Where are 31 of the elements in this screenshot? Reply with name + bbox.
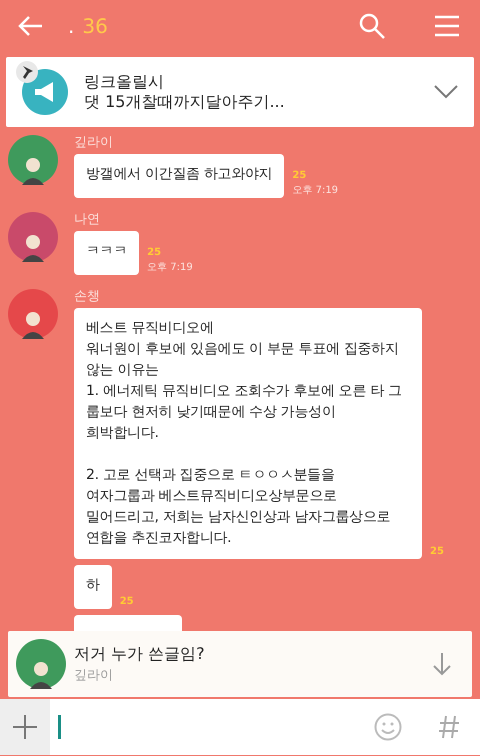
message-preview-banner[interactable]: 저거 누가 쓴글임? 깊라이 <box>8 631 472 697</box>
unread-count: 25 <box>430 545 444 559</box>
search-icon[interactable] <box>358 12 386 40</box>
member-count: 36 <box>82 13 108 40</box>
unread-count: 25 <box>147 246 162 260</box>
emoji-icon[interactable] <box>374 713 402 741</box>
message-time: 오후 7:19 <box>292 184 338 198</box>
notice-text: 댓 15개찰때까지달아주기... <box>84 92 286 112</box>
text-cursor <box>58 715 61 739</box>
chevron-down-icon[interactable] <box>434 85 458 99</box>
message-time: 오후 7:19 <box>147 261 193 275</box>
preview-text: 저거 누가 쓴글임? <box>74 643 206 666</box>
preview-sender: 깊라이 <box>74 667 114 686</box>
sender-name: 나연 <box>74 212 101 228</box>
attach-button[interactable] <box>0 699 50 755</box>
notice-card[interactable]: 링크올릴시 댓 15개찰때까지달아주기... <box>6 57 474 127</box>
notice-title: 링크올릴시 <box>84 72 165 92</box>
plus-icon <box>12 714 38 740</box>
menu-icon[interactable] <box>434 15 460 37</box>
unread-count: 25 <box>120 595 134 609</box>
message-bubble: 베스트 뮤직비디오에 워너원이 후보에 있음에도 이 부문 투표에 집중하지 않는 이유는 1. 에너제틱 뮤직비디오 조회수가 후보에 오른 타 그룹보다 현저히 낮기때문에 수상 가능성이 희박합니다. 2. 고로 선택과 집중으로 ㅌㅇㅇㅅ분들을 여자그룹과 베스트뮤직비디오상부문으로 밀어드리고, 저희는 남자신인상과 남자그룹상으로 연합을 추진코자합니다. <box>74 308 422 559</box>
chat-title: . <box>68 13 74 40</box>
message-bubble: 방갤에서 이간질좀 하고와야지 <box>74 154 284 198</box>
unread-count: 25 <box>292 169 308 183</box>
back-icon[interactable] <box>16 14 44 38</box>
arrow-down-icon[interactable] <box>432 652 452 676</box>
hashtag-icon[interactable] <box>438 715 460 739</box>
sender-name: 손챙 <box>74 289 101 305</box>
message-bubble: 하 <box>74 565 112 609</box>
sender-name: 깊라이 <box>74 135 114 151</box>
message-bubble: ㅋㅋㅋ <box>74 231 140 275</box>
